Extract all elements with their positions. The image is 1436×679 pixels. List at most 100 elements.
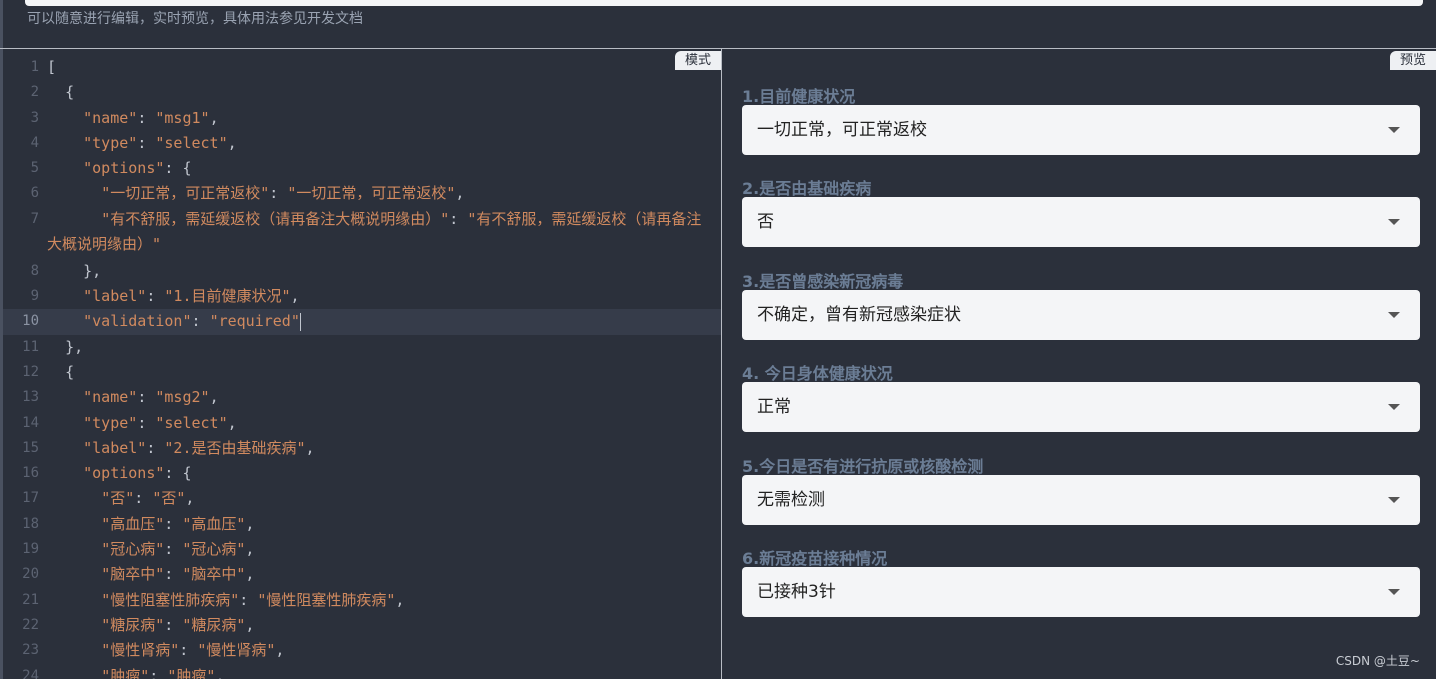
watermark: CSDN @土豆~ xyxy=(1335,654,1420,668)
line-number: 16 xyxy=(22,465,39,482)
code-text: "慢性阻塞性肺疾病": "慢性阻塞性肺疾病", xyxy=(101,590,405,609)
line-number: 5 xyxy=(30,160,39,177)
code-line[interactable]: 14 "type": "select", xyxy=(3,411,721,436)
top-input[interactable] xyxy=(25,0,1423,6)
line-number: 9 xyxy=(30,288,39,305)
code-text: "validation": "required" xyxy=(83,312,301,331)
code-line[interactable]: 1[ xyxy=(3,55,721,80)
caret-down-icon xyxy=(1388,127,1400,133)
code-line[interactable]: 21 "慢性阻塞性肺疾病": "慢性阻塞性肺疾病", xyxy=(3,588,721,613)
code-lines[interactable]: 1[2 {3 "name": "msg1", 4 "type": "select"… xyxy=(3,55,721,679)
code-line[interactable]: 12 { xyxy=(3,360,721,385)
code-text: "options": { xyxy=(83,159,192,178)
select-value: 已接种3针 xyxy=(757,582,836,602)
line-number: 12 xyxy=(22,363,39,380)
code-line[interactable]: 2 { xyxy=(3,80,721,105)
code-line[interactable]: 20 "脑卒中": "脑卒中", xyxy=(3,562,721,587)
field-label-infection: 3.是否曾感染新冠病毒 xyxy=(742,272,904,291)
preview-pane: 预览 1.目前健康状况 一切正常，可正常返校 2.是否由基础疾病 否 3.是否曾… xyxy=(722,49,1436,679)
code-text: "高血压": "高血压", xyxy=(101,514,255,533)
hint-text: 可以随意进行编辑，实时预览，具体用法参见开发文档 xyxy=(27,11,363,27)
select-value: 一切正常，可正常返校 xyxy=(757,120,927,140)
code-text: }, xyxy=(47,261,102,280)
code-text: "慢性肾病": "慢性肾病", xyxy=(101,641,285,660)
code-text: "options": { xyxy=(83,464,192,483)
select-test[interactable]: 无需检测 xyxy=(742,475,1420,525)
line-number: 4 xyxy=(30,134,39,151)
code-line[interactable]: 8 }, xyxy=(3,259,721,284)
code-line[interactable]: 5 "options": { xyxy=(3,156,721,181)
code-line[interactable]: 13 "name": "msg2", xyxy=(3,385,721,410)
line-number: 13 xyxy=(22,389,39,406)
code-text: "一切正常，可正常返校": "一切正常，可正常返校", xyxy=(101,184,465,203)
line-number: 21 xyxy=(22,591,39,608)
line-number: 17 xyxy=(22,490,39,507)
code-text: { xyxy=(47,362,75,381)
code-editor[interactable]: 模式 1[2 {3 "name": "msg1", 4 "type": "sele… xyxy=(0,49,721,679)
select-value: 否 xyxy=(757,212,774,232)
caret-down-icon xyxy=(1388,312,1400,318)
select-disease[interactable]: 否 xyxy=(742,197,1420,247)
caret-down-icon xyxy=(1388,219,1400,225)
code-text: "否": "否", xyxy=(101,489,195,508)
line-number: 10 xyxy=(22,313,39,330)
line-number: 19 xyxy=(22,541,39,558)
code-line[interactable]: 17 "否": "否", xyxy=(3,486,721,511)
code-text: "label": "2.是否由基础疾病", xyxy=(83,438,315,457)
code-line[interactable]: 19 "冠心病": "冠心病", xyxy=(3,537,721,562)
select-value: 正常 xyxy=(757,397,791,417)
code-text: "脑卒中": "脑卒中", xyxy=(101,565,255,584)
code-text: "name": "msg2", xyxy=(83,388,219,407)
line-number: 18 xyxy=(22,515,39,532)
code-line[interactable]: 7 "有不舒服，需延缓返校（请再备注大概说明缘由）": "有不舒服，需延缓返校（… xyxy=(3,207,721,259)
caret-down-icon xyxy=(1388,497,1400,503)
top-bar: 可以随意进行编辑，实时预览，具体用法参见开发文档 xyxy=(0,0,1436,48)
code-line[interactable]: 24 "肿瘤": "肿瘤", xyxy=(3,664,721,679)
field-label-vaccine: 6.新冠疫苗接种情况 xyxy=(742,549,888,568)
field-label-disease: 2.是否由基础疾病 xyxy=(742,179,872,198)
line-number: 22 xyxy=(22,616,39,633)
line-number: 1 xyxy=(30,59,39,75)
code-text: [ xyxy=(47,58,57,76)
code-line[interactable]: 3 "name": "msg1", xyxy=(3,106,721,131)
line-number: 2 xyxy=(30,84,39,101)
code-text: { xyxy=(47,83,75,102)
line-number: 6 xyxy=(30,185,39,202)
line-number: 24 xyxy=(22,667,39,679)
code-text: }, xyxy=(47,337,84,356)
select-health[interactable]: 一切正常，可正常返校 xyxy=(742,105,1420,155)
code-line[interactable]: 11 }, xyxy=(3,335,721,360)
code-text: "type": "select", xyxy=(83,133,237,152)
code-line[interactable]: 4 "type": "select", xyxy=(3,131,721,156)
line-number: 8 xyxy=(30,262,39,279)
code-line[interactable]: 23 "慢性肾病": "慢性肾病", xyxy=(3,638,721,663)
text-cursor xyxy=(299,312,301,331)
line-number: 7 xyxy=(30,210,39,227)
field-label-test: 5.今日是否有进行抗原或核酸检测 xyxy=(742,457,984,476)
caret-down-icon xyxy=(1388,404,1400,410)
select-value: 不确定，曾有新冠感染症状 xyxy=(757,305,961,325)
line-number: 11 xyxy=(22,338,39,355)
line-number: 20 xyxy=(22,566,39,583)
code-line[interactable]: 9 "label": "1.目前健康状况", xyxy=(3,284,721,309)
code-line[interactable]: 18 "高血压": "高血压", xyxy=(3,512,721,537)
line-number: 23 xyxy=(22,642,39,659)
code-text: "糖尿病": "糖尿病", xyxy=(101,615,255,634)
select-value: 无需检测 xyxy=(757,490,825,510)
select-infection[interactable]: 不确定，曾有新冠感染症状 xyxy=(742,290,1420,340)
code-line[interactable]: 16 "options": { xyxy=(3,461,721,486)
field-label-health: 1.目前健康状况 xyxy=(742,87,856,106)
code-line[interactable]: 6 "一切正常，可正常返校": "一切正常，可正常返校", xyxy=(3,181,721,206)
preview-tag: 预览 xyxy=(1389,51,1436,70)
select-today-health[interactable]: 正常 xyxy=(742,382,1420,432)
code-line[interactable]: 22 "糖尿病": "糖尿病", xyxy=(3,613,721,638)
code-text: "冠心病": "冠心病", xyxy=(101,540,255,559)
field-label-today-health: 4. 今日身体健康状况 xyxy=(742,364,893,383)
line-number: 15 xyxy=(22,439,39,456)
code-text: "type": "select", xyxy=(83,413,237,432)
code-line[interactable]: 15 "label": "2.是否由基础疾病", xyxy=(3,436,721,461)
select-vaccine[interactable]: 已接种3针 xyxy=(742,567,1420,617)
caret-down-icon xyxy=(1388,589,1400,595)
line-number: 3 xyxy=(30,109,39,126)
code-line[interactable]: 10 "validation": "required" xyxy=(3,309,721,335)
